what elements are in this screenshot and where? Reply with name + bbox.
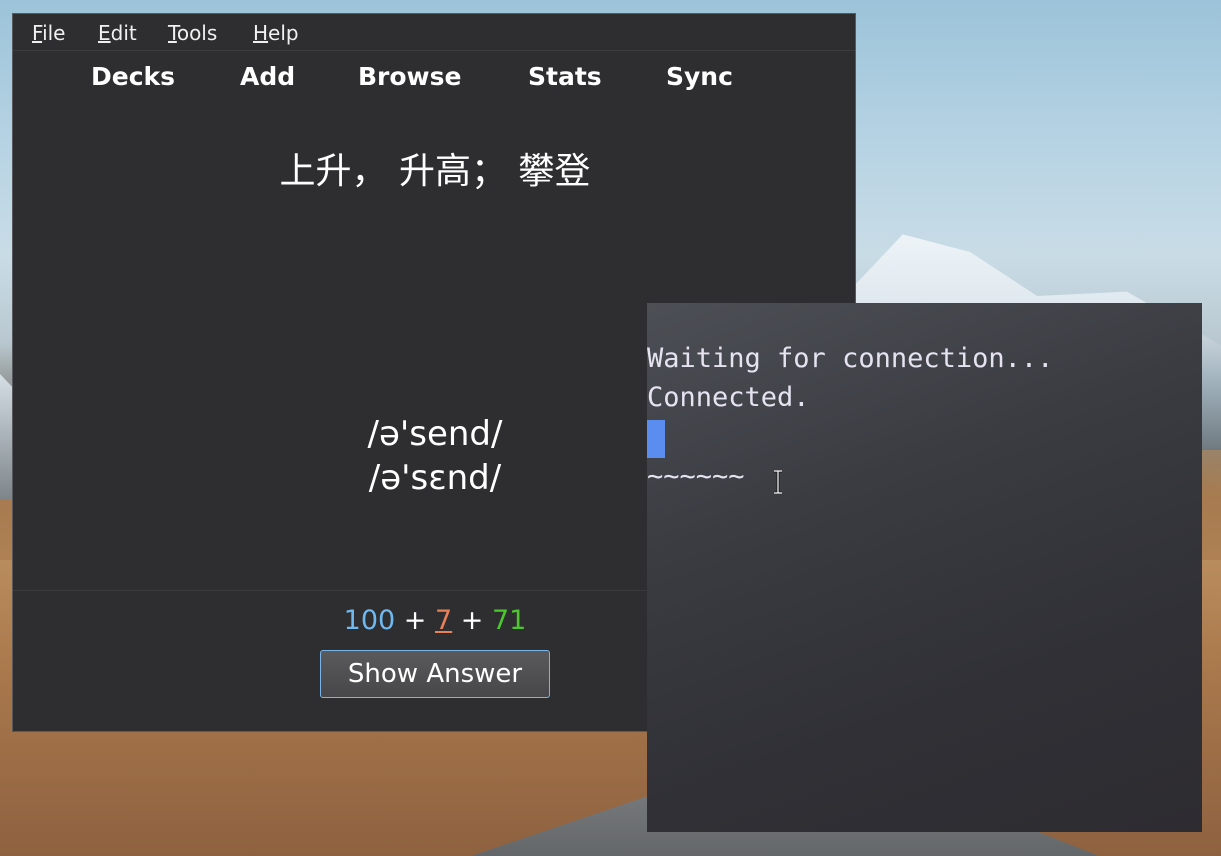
toolbar-browse-link[interactable]: Browse bbox=[358, 62, 462, 91]
menubar: File Edit Tools Help bbox=[13, 14, 855, 51]
card-question: 上升， 升高； 攀登 bbox=[279, 151, 591, 192]
menu-help[interactable]: Help bbox=[253, 21, 299, 45]
terminal-window[interactable]: Waiting for connection... Connected. ~~~… bbox=[647, 303, 1202, 832]
menu-edit[interactable]: Edit bbox=[98, 21, 137, 45]
toolbar-stats-link[interactable]: Stats bbox=[528, 62, 602, 91]
count-separator: + bbox=[452, 605, 492, 636]
menu-help-accel: H bbox=[253, 21, 269, 45]
menu-edit-accel: E bbox=[98, 21, 111, 45]
menu-file-label: ile bbox=[42, 21, 66, 45]
menu-tools-accel: T bbox=[168, 21, 177, 45]
review-count: 71 bbox=[491, 605, 527, 636]
terminal-line-tilde: ~~~~~~ bbox=[647, 461, 745, 492]
toolbar: Decks Add Browse Stats Sync bbox=[13, 58, 855, 98]
text-cursor-icon bbox=[774, 470, 782, 494]
menu-file[interactable]: File bbox=[32, 21, 65, 45]
show-answer-button[interactable]: Show Answer bbox=[320, 650, 550, 698]
count-separator: + bbox=[395, 605, 435, 636]
terminal-cursor bbox=[647, 420, 665, 458]
menu-tools[interactable]: Tools bbox=[168, 21, 217, 45]
learn-count: 7 bbox=[435, 605, 453, 636]
terminal-line-waiting: Waiting for connection... bbox=[647, 343, 1054, 374]
menu-tools-label: ools bbox=[176, 21, 218, 45]
toolbar-add-link[interactable]: Add bbox=[240, 62, 295, 91]
menu-edit-label: dit bbox=[110, 21, 137, 45]
menu-help-label: elp bbox=[268, 21, 299, 45]
terminal-line-connected: Connected. bbox=[647, 382, 810, 413]
toolbar-decks-link[interactable]: Decks bbox=[91, 62, 175, 91]
menu-file-accel: F bbox=[32, 21, 43, 45]
new-count: 100 bbox=[343, 605, 396, 636]
toolbar-sync-link[interactable]: Sync bbox=[666, 62, 733, 91]
